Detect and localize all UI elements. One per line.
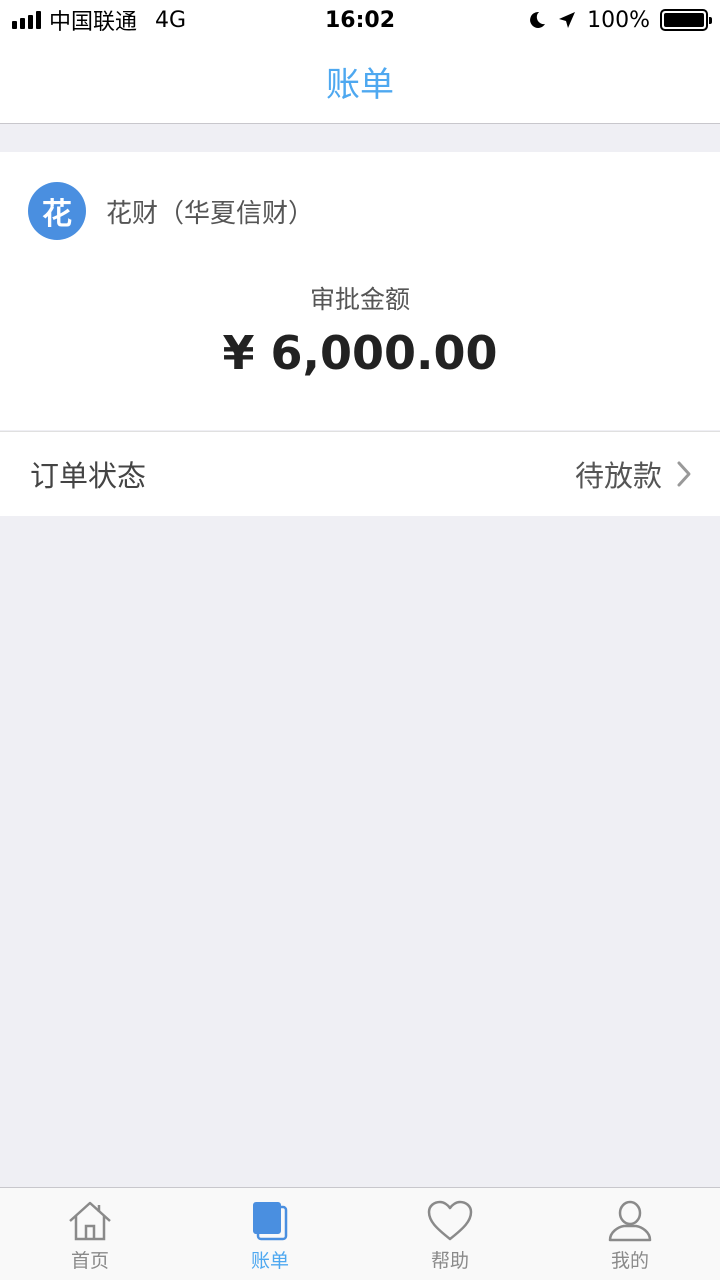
order-status-label: 订单状态 (30, 459, 147, 493)
product-row: 花 花财（华夏信财） (28, 182, 314, 240)
home-icon (66, 1198, 114, 1244)
carrier-name: 中国联通 (49, 10, 138, 35)
order-status-right: 待放款 (575, 453, 692, 495)
bill-icon (246, 1198, 294, 1244)
product-name: 花财（华夏信财） (106, 198, 315, 229)
signal-icon (12, 11, 41, 29)
tab-help[interactable]: 帮助 (360, 1188, 540, 1280)
product-logo: 花 (28, 182, 86, 240)
battery-percent: 100% (587, 7, 650, 33)
status-bar-left: 中国联通 4G (12, 4, 186, 36)
order-status-value: 待放款 (574, 459, 662, 493)
tab-bar: 首页 账单 帮助 我的 (0, 1187, 720, 1280)
network-type: 4G (155, 7, 187, 33)
approved-amount-value: ¥ 6,000.00 (222, 326, 498, 380)
moon-icon (530, 11, 546, 28)
heart-icon (426, 1198, 474, 1244)
chevron-right-icon (677, 461, 691, 487)
tab-bill[interactable]: 账单 (180, 1188, 360, 1280)
order-status-row[interactable]: 订单状态 待放款 (0, 431, 720, 516)
nav-bar: 账单 (0, 40, 720, 124)
tab-label: 我的 (610, 1250, 649, 1272)
loan-card: 花 花财（华夏信财） 审批金额 ¥ 6,000.00 (0, 152, 720, 430)
tab-label: 帮助 (430, 1250, 469, 1272)
page-title: 账单 (326, 65, 394, 105)
battery-fill (664, 13, 704, 27)
status-bar: 中国联通 4G 16:02 100% (0, 0, 720, 40)
tab-mine[interactable]: 我的 (540, 1188, 720, 1280)
location-arrow-icon (559, 12, 576, 28)
battery-icon (660, 9, 712, 31)
tab-home[interactable]: 首页 (0, 1188, 180, 1280)
tab-label: 账单 (250, 1250, 289, 1272)
approved-amount-label: 审批金额 (309, 285, 410, 314)
status-bar-right: 100% (527, 7, 712, 33)
user-icon (606, 1198, 654, 1244)
tab-label: 首页 (70, 1250, 109, 1272)
